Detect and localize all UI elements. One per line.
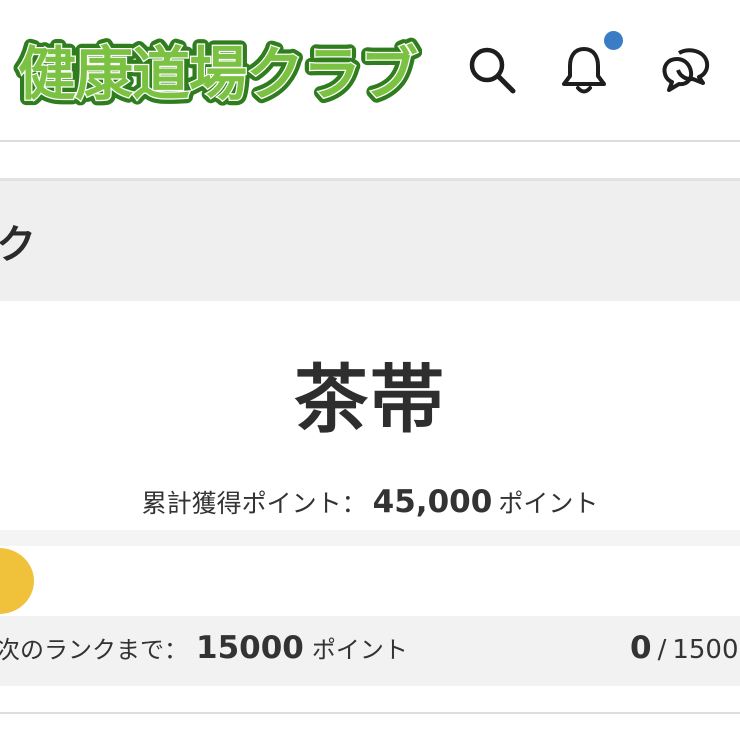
site-logo[interactable]: 健康道場クラブ 健康道場クラブ [12,32,423,109]
progress-track-top [0,530,740,546]
chat-icon[interactable] [656,40,716,100]
progress-bar [0,546,740,616]
next-rank-value: 15000 [196,630,304,666]
total-points: 累計獲得ポイント： 45,000 ポイント [0,484,740,520]
next-rank-label: 次のランクまで： [0,636,188,664]
search-icon[interactable] [462,40,522,100]
next-rank-unit: ポイント [311,636,408,664]
progress-current: 0 [630,630,652,666]
next-rank-remaining: 次のランクまで： 15000 ポイント [0,630,408,666]
app-header: 健康道場クラブ 健康道場クラブ [0,0,740,142]
bell-icon[interactable] [554,40,614,100]
progress-separator: / [657,635,667,665]
total-points-unit: ポイント [498,489,599,518]
section-title: ク [0,222,36,268]
progress-count: 0/15000 [630,630,740,666]
divider [0,712,740,714]
section-header-band [0,178,740,301]
rank-name: 茶帯 [294,357,446,443]
progress-max: 15000 [672,635,740,665]
notification-badge [604,31,623,50]
logo-text: 健康道場クラブ [18,40,418,108]
total-points-label: 累計獲得ポイント： [141,489,367,518]
total-points-value: 45,000 [372,484,493,520]
page: 健康道場クラブ 健康道場クラブ ク 茶帯 累計獲得ポイント： 45,000 ポイ… [0,0,740,740]
logo-graphic: 健康道場クラブ 健康道場クラブ [13,35,423,109]
